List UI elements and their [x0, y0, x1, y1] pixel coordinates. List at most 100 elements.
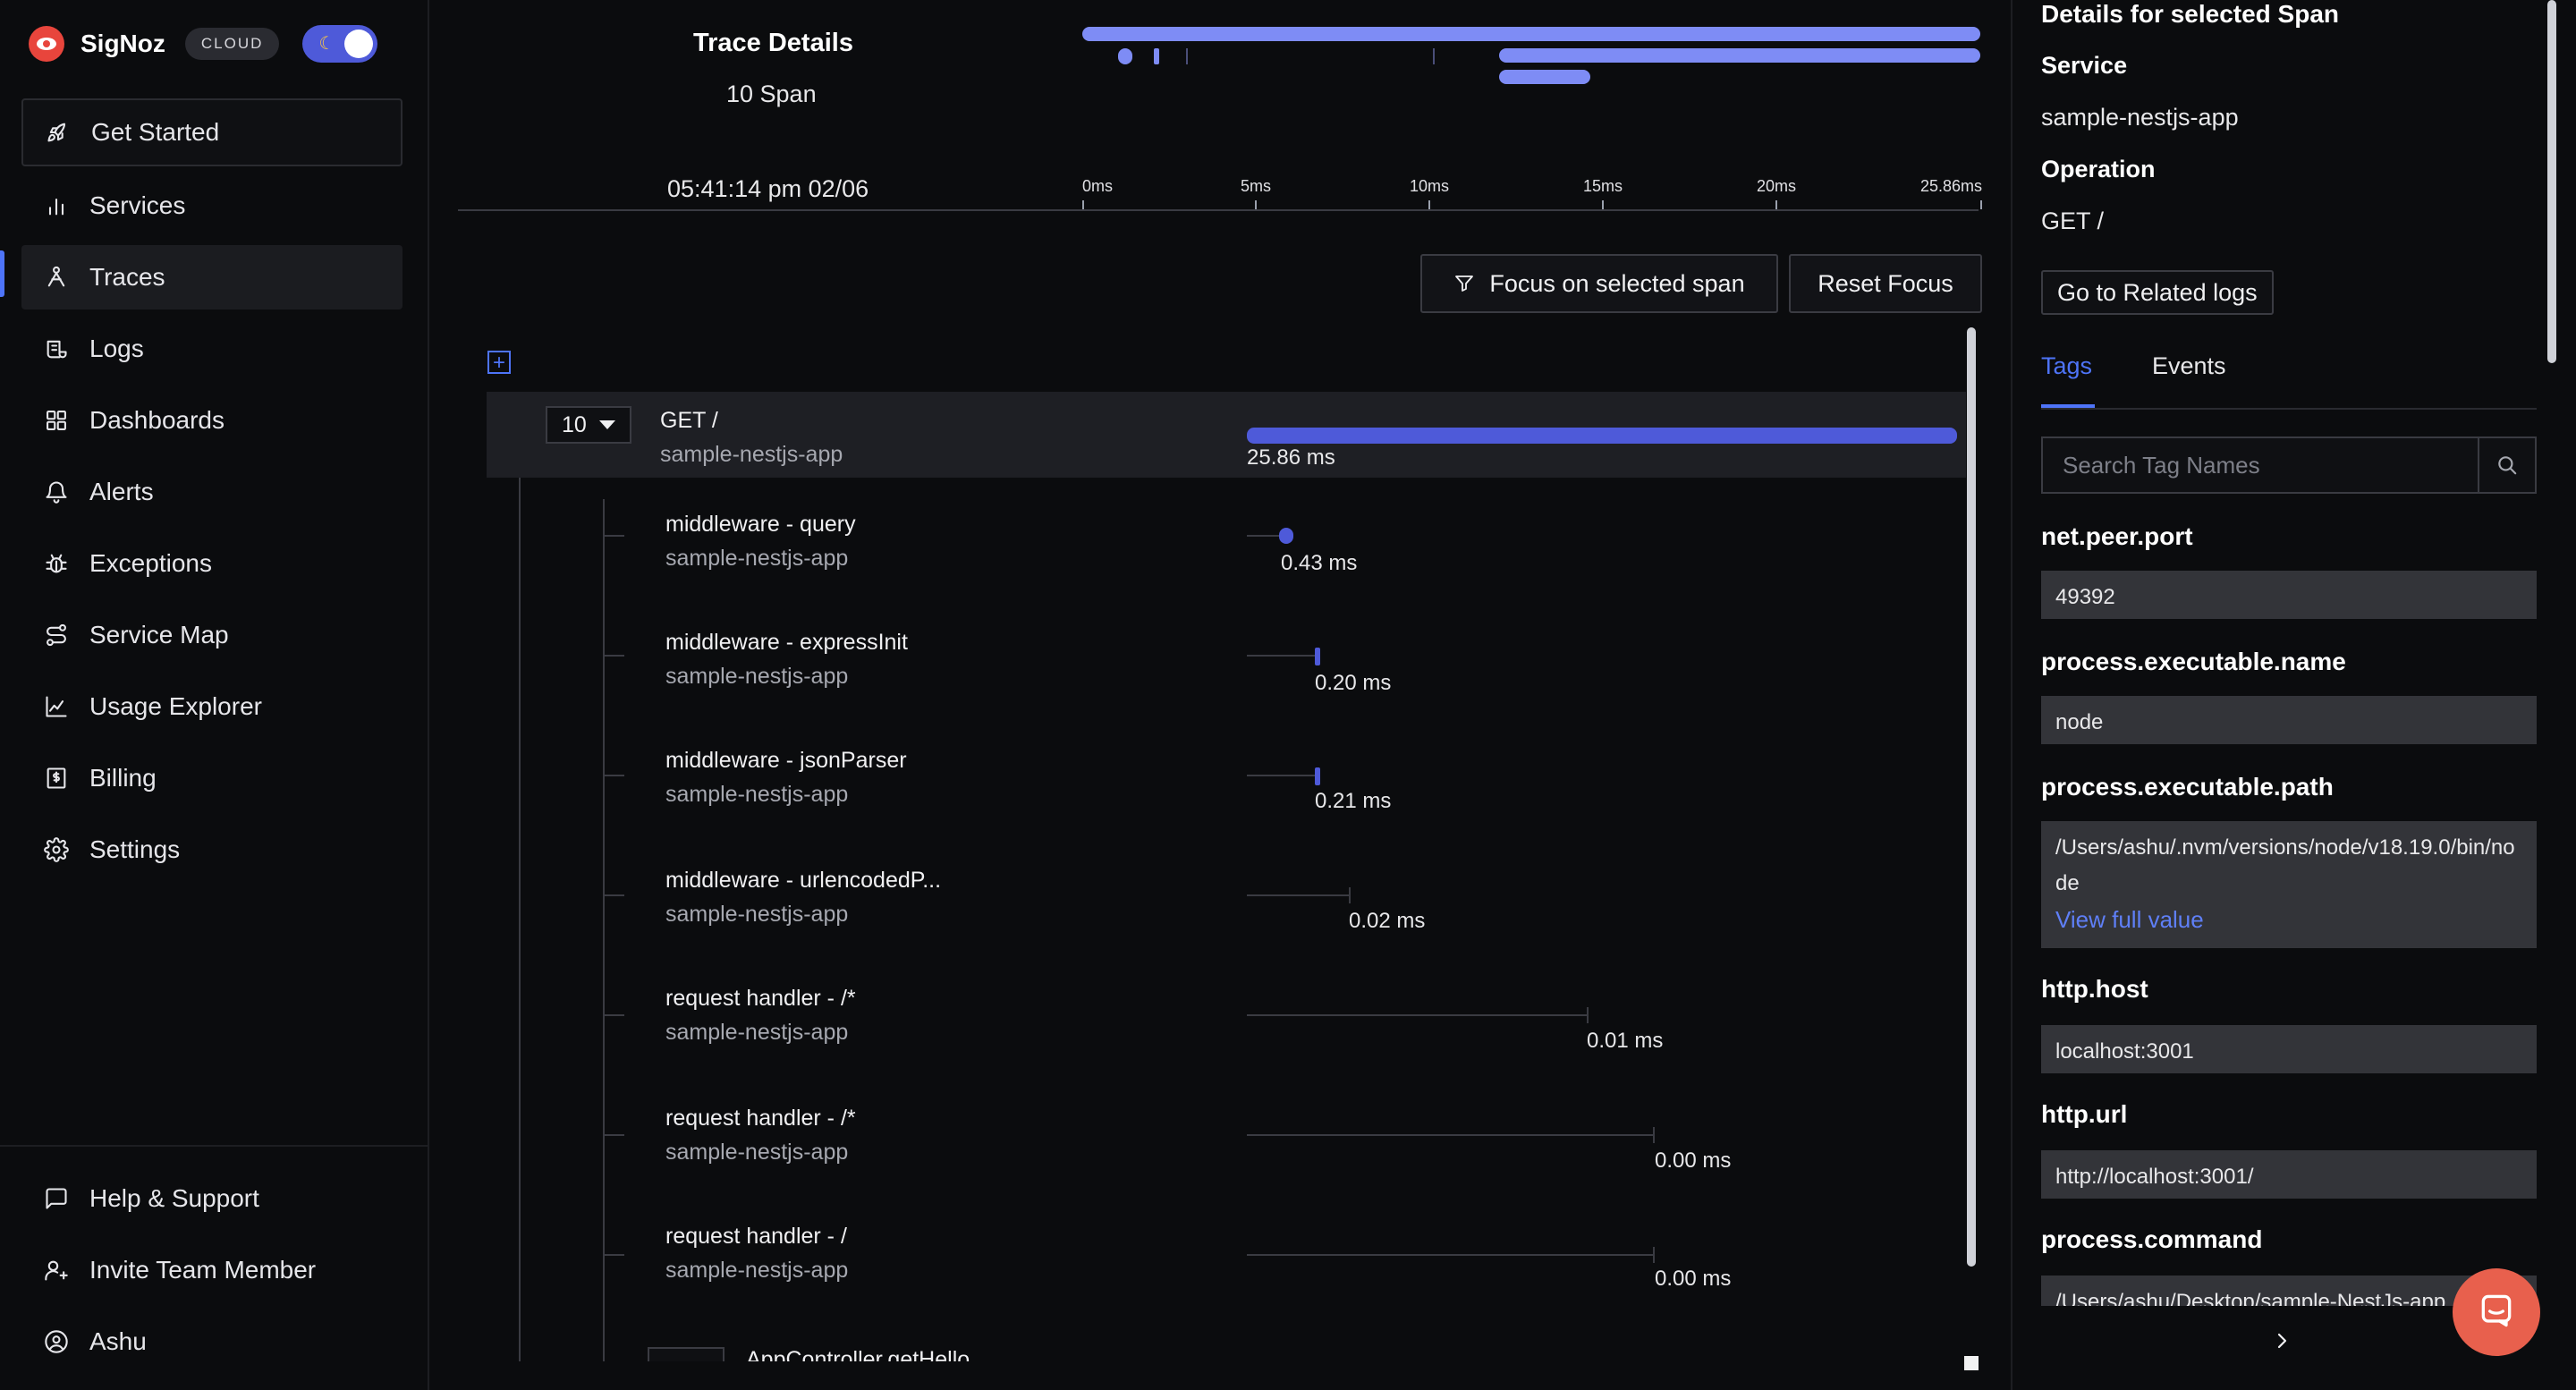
span-name: middleware - urlencodedP...: [665, 868, 942, 893]
nav-item-billing[interactable]: Billing: [21, 746, 402, 810]
axis-tick: [1602, 200, 1604, 209]
operation-value: GET /: [2041, 208, 2105, 234]
bug-icon: [43, 550, 70, 577]
minimap-bar: [1118, 48, 1132, 64]
minimap-tick: [1433, 48, 1435, 64]
tag-value-text: localhost:3001: [2055, 1039, 2194, 1064]
nav-item-service-map[interactable]: Service Map: [21, 603, 402, 667]
span-row[interactable]: request handler - /* sample-nestjs-app 0…: [487, 957, 1966, 1077]
nav-item-settings[interactable]: Settings: [21, 818, 402, 882]
nav-item-traces[interactable]: Traces: [21, 245, 402, 309]
span-count: 10 Span: [726, 81, 817, 107]
child-count-select[interactable]: [648, 1347, 724, 1361]
span-service: sample-nestjs-app: [665, 546, 849, 571]
span-row[interactable]: middleware - query sample-nestjs-app 0.4…: [487, 478, 1966, 598]
span-row[interactable]: AppController.getHello: [487, 1347, 1966, 1361]
tag-search-input[interactable]: [2043, 438, 2478, 492]
related-logs-label: Go to Related logs: [2057, 278, 2258, 306]
span-duration: 0.02 ms: [1349, 909, 1426, 933]
trace-minimap[interactable]: [1082, 25, 1982, 97]
line-chart-icon: [43, 693, 70, 720]
details-heading: Details for selected Span: [2041, 0, 2340, 28]
scroll-corner: [1964, 1356, 1979, 1370]
moon-icon: ☾: [318, 34, 335, 54]
span-name: GET /: [660, 408, 718, 433]
nav-item-usage-explorer[interactable]: Usage Explorer: [21, 674, 402, 739]
span-duration: 0.20 ms: [1315, 671, 1392, 695]
nav-item-invite-team-member[interactable]: Invite Team Member: [21, 1238, 402, 1302]
tree-branch: [603, 1014, 624, 1016]
span-track: [1247, 1014, 1589, 1016]
nav-label: Help & Support: [89, 1184, 259, 1212]
span-name: request handler - /: [665, 1224, 847, 1249]
tab-tags[interactable]: Tags: [2041, 352, 2092, 380]
nav-item-help-support[interactable]: Help & Support: [21, 1166, 402, 1231]
signoz-logo-icon[interactable]: [29, 26, 64, 62]
span-bar: [1315, 648, 1320, 665]
tag-name: net.peer.port: [2041, 522, 2193, 550]
search-icon[interactable]: [2478, 438, 2535, 492]
nav-item-logs[interactable]: Logs: [21, 317, 402, 381]
filter-icon: [1453, 273, 1475, 294]
focus-button-label: Focus on selected span: [1489, 269, 1745, 297]
nav-label: Billing: [89, 764, 157, 792]
tree-branch: [603, 1254, 624, 1256]
logs-icon: [43, 335, 70, 362]
minimap-bar: [1082, 27, 1980, 41]
chat-support-button[interactable]: [2453, 1268, 2540, 1356]
nav-item-user-ashu[interactable]: Ashu: [21, 1309, 402, 1374]
expand-all-icon[interactable]: +: [487, 351, 511, 374]
reset-focus-button[interactable]: Reset Focus: [1789, 254, 1982, 313]
service-value: sample-nestjs-app: [2041, 104, 2239, 131]
theme-toggle[interactable]: ☾: [302, 25, 378, 63]
nav-item-services[interactable]: Services: [21, 174, 402, 238]
span-track: [1247, 655, 1317, 657]
span-track: [1247, 1254, 1655, 1256]
service-label: Service: [2041, 52, 2128, 79]
bell-icon: [43, 479, 70, 505]
tag-value-text: /Users/ashu/.nvm/versions/node/v18.19.0/…: [2055, 835, 2515, 895]
nav-item-dashboards[interactable]: Dashboards: [21, 388, 402, 453]
span-name: middleware - expressInit: [665, 630, 908, 655]
span-track: [1247, 1134, 1655, 1136]
tab-events[interactable]: Events: [2152, 352, 2226, 380]
nav-label: Get Started: [91, 118, 220, 146]
span-row[interactable]: request handler - /* sample-nestjs-app 0…: [487, 1077, 1966, 1197]
nav-label: Alerts: [89, 478, 154, 505]
span-service: sample-nestjs-app: [665, 664, 849, 689]
nav-item-alerts[interactable]: Alerts: [21, 460, 402, 524]
active-tab-underline: [2041, 404, 2095, 408]
span-row[interactable]: middleware - expressInit sample-nestjs-a…: [487, 598, 1966, 717]
tag-name: process.executable.path: [2041, 773, 2334, 801]
related-logs-button[interactable]: Go to Related logs: [2041, 270, 2274, 315]
nav-item-exceptions[interactable]: Exceptions: [21, 531, 402, 596]
span-name: middleware - jsonParser: [665, 748, 907, 773]
operation-label: Operation: [2041, 156, 2156, 182]
tag-name: http.url: [2041, 1100, 2128, 1128]
details-scrollbar[interactable]: [2547, 0, 2556, 363]
span-bar: [1349, 887, 1351, 903]
span-row-root[interactable]: 10 GET / sample-nestjs-app 25.86 ms: [487, 392, 1966, 478]
nav-label: Service Map: [89, 621, 229, 648]
user-circle-icon: [43, 1328, 70, 1355]
span-row[interactable]: middleware - jsonParser sample-nestjs-ap…: [487, 717, 1966, 837]
tag-value-text: 49392: [2055, 585, 2115, 609]
route-icon: [43, 622, 70, 648]
span-row[interactable]: request handler - / sample-nestjs-app 0.…: [487, 1197, 1966, 1304]
span-row[interactable]: middleware - urlencodedP... sample-nestj…: [487, 837, 1966, 957]
view-full-value-link[interactable]: View full value: [2055, 906, 2204, 933]
brand-name: SigNoz: [80, 30, 165, 57]
child-count: 10: [562, 411, 587, 437]
nav-label: Usage Explorer: [89, 692, 262, 720]
child-count-select[interactable]: 10: [546, 406, 631, 444]
details-scroll-area: Details for selected Span Service sample…: [2012, 0, 2558, 1306]
span-bar: [1315, 767, 1320, 785]
nav-item-get-started[interactable]: Get Started: [21, 98, 402, 166]
tree-scrollbar[interactable]: [1967, 327, 1976, 1267]
tree-branch: [603, 894, 624, 896]
nav-label: Ashu: [89, 1327, 147, 1355]
tag-value: http://localhost:3001/: [2041, 1150, 2537, 1199]
focus-selected-span-button[interactable]: Focus on selected span: [1420, 254, 1778, 313]
span-duration: 0.21 ms: [1315, 789, 1392, 813]
chevron-right-icon[interactable]: [2268, 1327, 2295, 1354]
